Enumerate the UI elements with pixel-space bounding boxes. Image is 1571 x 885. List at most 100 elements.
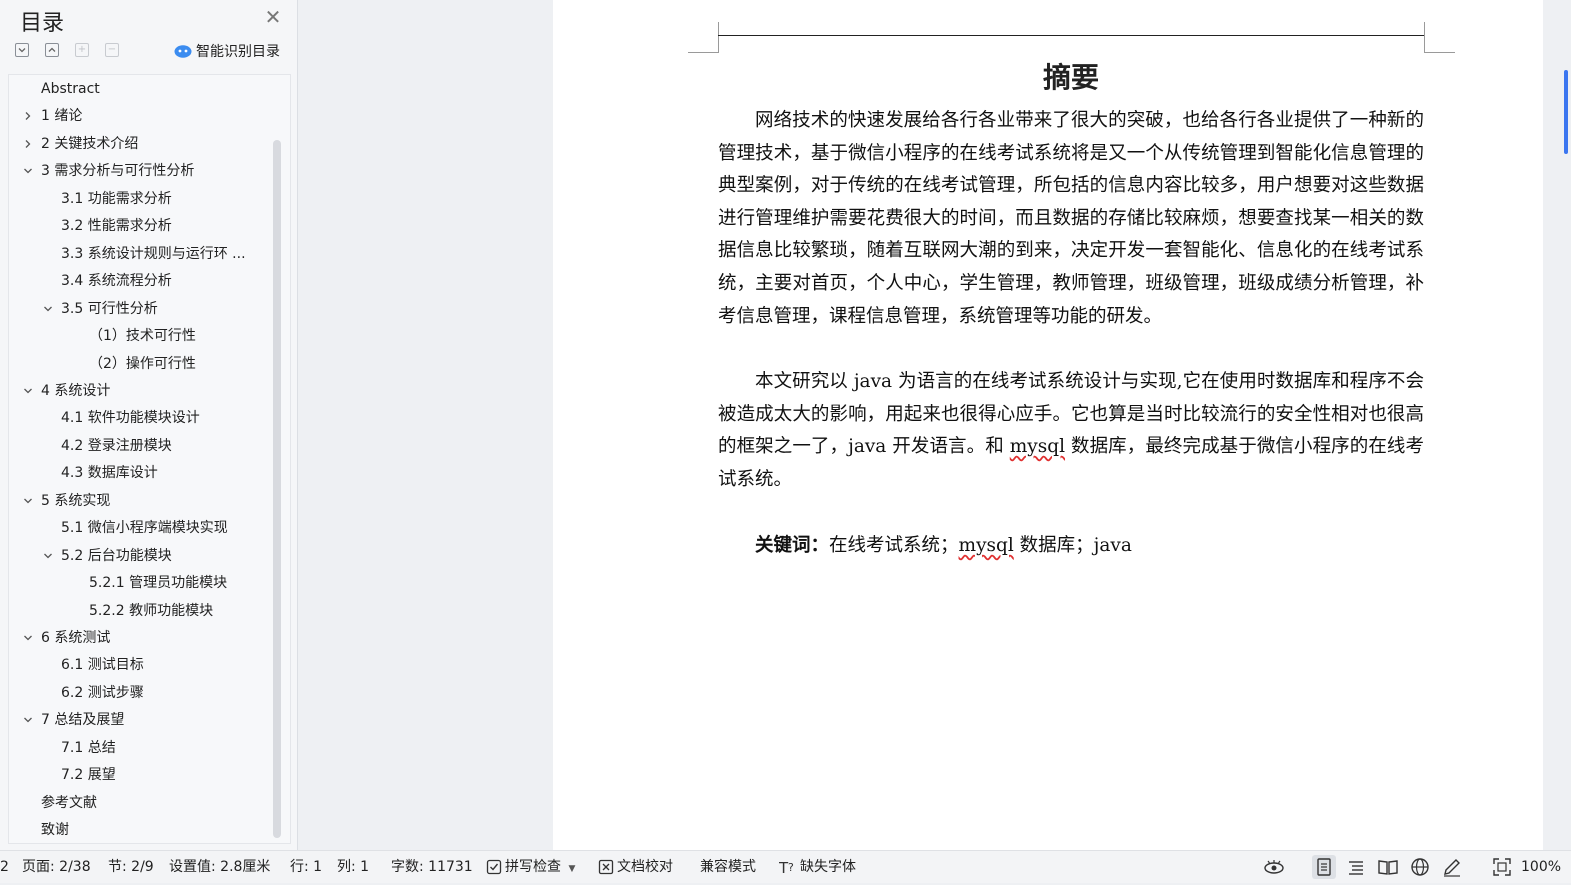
toc-item[interactable]: 1 绪论 — [25, 104, 83, 128]
toc-item[interactable]: 3.4 系统流程分析 — [61, 269, 172, 293]
toc-item-label: 5 系统实现 — [41, 492, 111, 509]
smart-toc-button[interactable]: 智能识别目录 — [174, 41, 280, 61]
reading-mode-icon[interactable] — [1376, 855, 1400, 879]
toc-item-label: 1 绪论 — [41, 108, 83, 125]
toc-scrollbar[interactable] — [273, 140, 281, 838]
toc-item-label: 7.2 展望 — [61, 767, 116, 784]
spelling-error-word[interactable]: mysql — [959, 535, 1014, 556]
pen-edit-icon[interactable] — [1440, 855, 1464, 879]
toc-item-label: 2 关键技术介绍 — [41, 135, 139, 152]
toc-item[interactable]: 5.2.2 教师功能模块 — [89, 599, 213, 623]
spell-check-label: 拼写检查 — [505, 859, 561, 875]
toc-item[interactable]: 致谢 — [41, 818, 69, 842]
document-proofread-button[interactable]: 文档校对 — [598, 851, 673, 883]
compatibility-mode-button[interactable]: 兼容模式 — [700, 851, 756, 883]
add-heading-icon[interactable]: + — [75, 43, 89, 57]
proofread-label: 文档校对 — [617, 859, 673, 875]
page-view-icon[interactable] — [1312, 855, 1336, 879]
toc-item[interactable]: 7.1 总结 — [61, 736, 116, 760]
close-icon[interactable]: ✕ — [262, 6, 284, 28]
toc-item[interactable]: 3.2 性能需求分析 — [61, 214, 172, 238]
chevron-right-icon[interactable] — [22, 110, 34, 122]
toc-item-label: 5.2 后台功能模块 — [61, 547, 172, 564]
toc-item-label: 7 总结及展望 — [41, 712, 125, 729]
toc-item[interactable]: 5.2.1 管理员功能模块 — [89, 571, 227, 595]
toc-item[interactable]: 2 关键技术介绍 — [25, 132, 139, 156]
eye-protection-icon[interactable] — [1262, 855, 1286, 879]
toc-item-label: 致谢 — [41, 822, 69, 839]
chevron-right-icon[interactable] — [22, 138, 34, 150]
column-indicator: 列: 1 — [337, 859, 370, 875]
expand-all-icon[interactable] — [45, 43, 59, 57]
abstract-heading: 摘要 — [1042, 61, 1099, 94]
chevron-down-icon[interactable] — [22, 632, 34, 644]
toc-item[interactable]: 4.3 数据库设计 — [61, 461, 158, 485]
toc-item[interactable]: 5.1 微信小程序端模块实现 — [61, 516, 228, 540]
chevron-down-icon[interactable] — [42, 550, 54, 562]
toc-item[interactable]: 3 需求分析与可行性分析 — [24, 159, 195, 183]
header-rule — [718, 35, 1424, 36]
toc-item[interactable]: 6.1 测试目标 — [61, 653, 144, 677]
toc-item-label: 6.2 测试步骤 — [61, 684, 144, 701]
word-count-button[interactable]: 字数: 11731 — [391, 851, 473, 883]
toc-item[interactable]: 4.2 登录注册模块 — [61, 434, 172, 458]
toc-item-label: 3.4 系统流程分析 — [61, 273, 172, 290]
toc-item-label: 参考文献 — [41, 794, 97, 811]
toc-item[interactable]: 5 系统实现 — [24, 489, 111, 513]
toc-item-label: 6.1 测试目标 — [61, 657, 144, 674]
page-indicator[interactable]: 页面: 2/38 — [22, 851, 91, 883]
toc-item[interactable]: 3.1 功能需求分析 — [61, 187, 172, 211]
document-page[interactable]: 摘要 网络技术的快速发展给各行各业带来了很大的突破，也给各行各业提供了一种新的管… — [553, 0, 1543, 850]
document-scrollbar[interactable] — [1560, 0, 1571, 850]
chevron-down-icon[interactable] — [22, 165, 34, 177]
toc-item-label: 7.1 总结 — [61, 739, 116, 756]
toc-item[interactable]: 5.2 后台功能模块 — [44, 544, 172, 568]
abstract-paragraph-2: 本文研究以 java 为语言的在线考试系统设计与实现,它在使用时数据库和程序不会… — [718, 366, 1424, 496]
collapse-all-icon[interactable] — [15, 43, 29, 57]
page-number-fragment: 2 — [0, 859, 9, 875]
toc-item-label: 5.1 微信小程序端模块实现 — [61, 520, 228, 537]
scrollbar-thumb[interactable] — [1564, 70, 1568, 154]
missing-font-label: 缺失字体 — [800, 859, 856, 875]
toc-item-label: 3.3 系统设计规则与运行环 ... — [61, 245, 246, 262]
toc-item[interactable]: （1）技术可行性 — [89, 324, 196, 348]
toc-item-label: 4 系统设计 — [41, 382, 111, 399]
abstract-paragraph-1: 网络技术的快速发展给各行各业带来了很大的突破，也给各行各业提供了一种新的管理技术… — [718, 110, 1424, 327]
fit-page-icon[interactable] — [1490, 855, 1514, 879]
section-indicator[interactable]: 节: 2/9 — [108, 851, 154, 883]
toc-panel: 目录 ✕ + − 智能识别目录 Abstract 1 绪论 2 关键技术介绍 3 需求… — [0, 0, 298, 850]
row-indicator: 行: 1 — [290, 859, 323, 875]
outline-view-icon[interactable] — [1344, 855, 1368, 879]
toc-item[interactable]: 7.2 展望 — [61, 763, 116, 787]
chevron-down-icon[interactable] — [22, 495, 34, 507]
keywords-text: 在线考试系统； — [829, 535, 959, 556]
toc-item[interactable]: 4 系统设计 — [24, 379, 111, 403]
web-view-icon[interactable] — [1408, 855, 1432, 879]
toc-item[interactable]: 3.5 可行性分析 — [44, 297, 158, 321]
missing-font-button[interactable]: T ? 缺失字体 — [779, 851, 856, 883]
toc-item[interactable]: 3.3 系统设计规则与运行环 ... — [61, 242, 246, 266]
keywords-line: 关键词：在线考试系统；mysql 数据库；java — [718, 530, 1424, 562]
toc-item[interactable]: （2）操作可行性 — [89, 352, 196, 376]
chevron-down-icon[interactable]: ▼ — [568, 864, 575, 874]
chevron-down-icon[interactable] — [42, 303, 54, 315]
toc-item[interactable]: Abstract — [41, 77, 100, 101]
zoom-level[interactable]: 100% — [1521, 851, 1561, 883]
toc-item-label: 4.3 数据库设计 — [61, 465, 158, 482]
page-corner-mark — [1424, 22, 1455, 53]
toc-item[interactable]: 4.1 软件功能模块设计 — [61, 406, 200, 430]
toc-item[interactable]: 6.2 测试步骤 — [61, 681, 144, 705]
remove-heading-icon[interactable]: − — [105, 43, 119, 57]
toc-item[interactable]: 6 系统测试 — [24, 626, 110, 650]
spelling-error-word[interactable]: mysql — [1010, 436, 1065, 457]
toc-item-label: 3 需求分析与可行性分析 — [41, 163, 195, 180]
page-corner-mark — [688, 22, 719, 53]
toc-item[interactable]: 参考文献 — [41, 791, 97, 815]
toc-item[interactable]: 7 总结及展望 — [24, 708, 125, 732]
toc-item-label: 3.5 可行性分析 — [61, 300, 158, 317]
toc-item-label: 5.2.2 教师功能模块 — [89, 602, 214, 619]
spell-check-button[interactable]: 拼写检查 ▼ — [486, 851, 575, 883]
chevron-down-icon[interactable] — [22, 385, 34, 397]
chevron-down-icon[interactable] — [22, 714, 34, 726]
setting-value-indicator[interactable]: 设置值: 2.8厘米 — [169, 851, 270, 883]
